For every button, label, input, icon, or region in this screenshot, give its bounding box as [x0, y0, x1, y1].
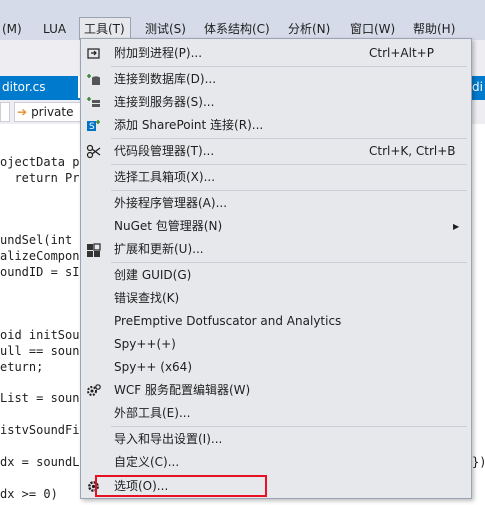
menu-item-sharepoint[interactable]: S 添加 SharePoint 连接(R)... [81, 114, 471, 137]
code-line: dx >= 0) [0, 487, 58, 501]
menu-separator [111, 262, 467, 263]
menu-item-dotfuscator[interactable]: PreEmptive Dotfuscator and Analytics [81, 310, 471, 333]
menu-item-addin-manager[interactable]: 外接程序管理器(A)... [81, 192, 471, 215]
menu-item-label: 选择工具箱项(X)... [114, 170, 216, 184]
menu-item-import-export-settings[interactable]: 导入和导出设置(I)... [81, 428, 471, 451]
menu-item-attach-process[interactable]: 附加到进程(P)... Ctrl+Alt+P [81, 42, 471, 65]
menu-item-label: 代码段管理器(T)... [114, 144, 215, 158]
menu-item-label: WCF 服务配置编辑器(W) [114, 383, 251, 397]
menu-tools[interactable]: 工具(T) [79, 17, 131, 40]
connect-server-icon [85, 94, 102, 111]
menu-item-label: 导入和导出设置(I)... [114, 432, 223, 446]
wcf-config-icon [85, 382, 102, 399]
code-line: ojectData p [0, 155, 80, 169]
menu-view[interactable]: (M) [2, 18, 22, 40]
tools-menu: 附加到进程(P)... Ctrl+Alt+P 连接到数据库(D)... 连接到服… [80, 38, 472, 499]
submenu-arrow-icon: ▶ [453, 222, 460, 231]
menu-item-label: Spy++ (x64) [114, 360, 192, 374]
menu-item-label: 附加到进程(P)... [114, 46, 203, 60]
tab-editor-cs[interactable]: ditor.cs [0, 76, 78, 98]
menu-separator [111, 164, 467, 165]
menu-item-create-guid[interactable]: 创建 GUID(G) [81, 264, 471, 287]
menu-window[interactable]: 窗口(W) [350, 18, 395, 40]
tab-right[interactable]: di [472, 76, 485, 98]
menu-item-choose-toolbox-items[interactable]: 选择工具箱项(X)... [81, 166, 471, 189]
menu-item-error-lookup[interactable]: 错误查找(K) [81, 287, 471, 310]
menu-item-label: 创建 GUID(G) [114, 268, 192, 282]
menu-item-label: 外部工具(E)... [114, 406, 191, 420]
menu-item-label: Spy++(+) [114, 337, 176, 351]
menu-bar: (M) LUA 工具(T) 测试(S) 体系结构(C) 分析(N) 窗口(W) … [0, 0, 485, 40]
menu-help[interactable]: 帮助(H) [413, 18, 455, 40]
svg-text:S: S [89, 122, 95, 132]
menu-item-shortcut: Ctrl+Alt+P [369, 46, 434, 60]
menu-item-label: 连接到数据库(D)... [114, 72, 217, 86]
menu-item-label: PreEmptive Dotfuscator and Analytics [114, 314, 342, 328]
menu-item-customize[interactable]: 自定义(C)... [81, 451, 471, 474]
member-dropdown[interactable]: ➔ private [14, 102, 84, 122]
menu-separator [111, 138, 467, 139]
code-line: undSel(int [0, 233, 73, 247]
extensions-icon [85, 241, 102, 258]
menu-test[interactable]: 测试(S) [145, 18, 186, 40]
code-line: dx = soundL [0, 455, 80, 469]
menu-item-wcf-config[interactable]: WCF 服务配置编辑器(W) [81, 379, 471, 402]
menu-item-shortcut: Ctrl+K, Ctrl+B [369, 144, 456, 158]
menu-item-external-tools[interactable]: 外部工具(E)... [81, 402, 471, 425]
menu-item-label: 扩展和更新(U)... [114, 242, 204, 256]
menu-item-connect-database[interactable]: 连接到数据库(D)... [81, 68, 471, 91]
menu-analyze[interactable]: 分析(N) [288, 18, 330, 40]
menu-item-label: 添加 SharePoint 连接(R)... [114, 118, 264, 132]
attach-process-icon [85, 45, 102, 62]
menu-separator [111, 66, 467, 67]
code-line: List = soun [0, 391, 80, 405]
type-dropdown[interactable] [0, 102, 10, 122]
code-line: ull == soun [0, 344, 80, 358]
code-line: alizeCompon [0, 249, 80, 263]
menu-item-label: 外接程序管理器(A)... [114, 196, 228, 210]
member-dropdown-label: private [31, 105, 74, 119]
menu-item-label: 自定义(C)... [114, 455, 180, 469]
connect-database-icon [85, 71, 102, 88]
menu-item-nuget[interactable]: NuGet 包管理器(N) ▶ [81, 215, 471, 238]
code-line: istvSoundFi [0, 423, 80, 437]
code-line: eturn; [0, 360, 44, 374]
menu-architecture[interactable]: 体系结构(C) [204, 18, 270, 40]
code-line-right: }) [472, 455, 485, 469]
arrow-icon: ➔ [17, 105, 28, 119]
menu-lua[interactable]: LUA [43, 18, 66, 40]
code-line: oundID = sI [0, 265, 80, 279]
menu-separator [111, 426, 467, 427]
menu-separator [111, 190, 467, 191]
menu-item-extensions[interactable]: 扩展和更新(U)... [81, 238, 471, 261]
menu-item-spy-x64[interactable]: Spy++ (x64) [81, 356, 471, 379]
snippet-manager-icon [85, 143, 102, 160]
menu-item-spy[interactable]: Spy++(+) [81, 333, 471, 356]
options-highlight-box [95, 475, 267, 497]
menu-item-label: 错误查找(K) [114, 291, 180, 305]
sharepoint-icon: S [85, 117, 102, 134]
menu-item-connect-server[interactable]: 连接到服务器(S)... [81, 91, 471, 114]
code-line: return Pro [0, 171, 87, 185]
menu-item-snippet-manager[interactable]: 代码段管理器(T)... Ctrl+K, Ctrl+B [81, 140, 471, 163]
menu-item-label: 连接到服务器(S)... [114, 95, 215, 109]
code-line: oid initSou [0, 328, 80, 342]
menu-item-label: NuGet 包管理器(N) [114, 219, 223, 233]
